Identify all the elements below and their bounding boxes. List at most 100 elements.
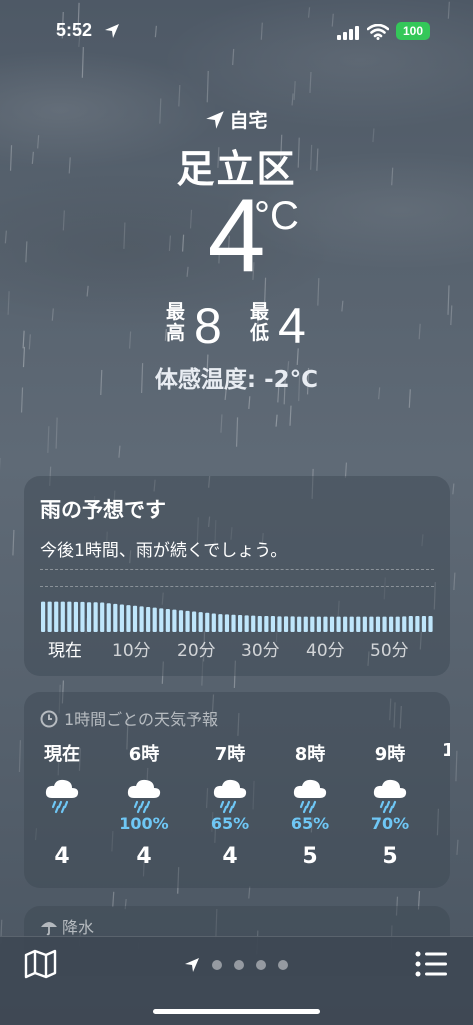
minute-precip-bar xyxy=(396,617,400,632)
minute-precip-bar xyxy=(199,612,203,632)
hour-item: 9時70%5 xyxy=(360,740,420,869)
location-arrow-icon xyxy=(104,23,120,39)
hour-time: 現在 xyxy=(32,740,92,766)
minute-precip-bar xyxy=(140,606,144,632)
feels-like: 体感温度: -2°C xyxy=(0,360,473,394)
minute-precip-bar xyxy=(356,617,360,632)
minute-precip-bar xyxy=(238,615,242,632)
minute-precip-bar xyxy=(297,617,301,632)
hour-temp: 5 xyxy=(360,844,420,869)
minute-precip-bar xyxy=(271,616,275,632)
hourly-header: 1時間ごとの天気予報 xyxy=(40,706,218,730)
hour-time: 8時 xyxy=(280,740,340,766)
minute-precip-bar xyxy=(330,617,334,632)
hour-time: 6時 xyxy=(114,740,174,766)
hour-item: 8時65%5 xyxy=(280,740,340,869)
minute-precip-bar xyxy=(225,614,229,632)
high-value: 8 xyxy=(194,298,222,354)
minute-precip-bar xyxy=(231,615,235,632)
minute-precip-bar xyxy=(153,608,157,632)
page-dot xyxy=(234,960,244,970)
temperature-unit: °C xyxy=(254,194,299,239)
minute-precip-bar xyxy=(212,613,216,632)
hourly-title: 1時間ごとの天気予報 xyxy=(64,710,218,729)
minute-label-20: 20分 xyxy=(177,636,216,661)
hour-item: 現在 4 xyxy=(32,740,92,869)
minute-precip-bar xyxy=(80,602,84,632)
precipitation-header: 降水 xyxy=(40,914,94,938)
minute-precip-bar xyxy=(402,616,406,632)
minute-precip-bar xyxy=(363,617,367,632)
home-label: 自宅 xyxy=(229,110,267,132)
minute-precip-bar xyxy=(258,616,262,632)
minute-label-10: 10分 xyxy=(112,636,151,661)
minute-precip-chart xyxy=(40,600,434,632)
minute-precip-bar xyxy=(310,617,314,632)
high-low: 最高 8 最低 4 xyxy=(0,296,473,356)
precipitation-title: 降水 xyxy=(62,918,94,937)
page-dot xyxy=(212,960,222,970)
hour-temp: 5 xyxy=(280,844,340,869)
hour-time: 7時 xyxy=(200,740,260,766)
minute-precip-bar xyxy=(172,610,176,632)
cellular-signal-icon xyxy=(337,26,361,40)
hour-next-peek: 1 xyxy=(442,740,450,870)
minute-precip-bar xyxy=(428,616,432,632)
low-value: 4 xyxy=(278,298,306,354)
minute-precip-bar xyxy=(61,602,65,632)
location-label: 自宅 xyxy=(0,106,473,133)
minute-precip-bar xyxy=(376,617,380,632)
hour-precip-chance: 100% xyxy=(114,814,174,834)
wifi-icon xyxy=(367,24,389,40)
minute-precip-bar xyxy=(409,616,413,632)
rain-forecast-subtitle: 今後1時間、雨が続くでしょう。 xyxy=(40,536,287,561)
minute-label-40: 40分 xyxy=(306,636,345,661)
minute-label-50: 50分 xyxy=(370,636,409,661)
minute-precip-bar xyxy=(218,614,222,632)
minute-precip-bar xyxy=(146,607,150,632)
minute-precip-bar xyxy=(100,603,104,632)
page-dot xyxy=(278,960,288,970)
battery-indicator: 100 xyxy=(396,22,430,40)
low-label: 最低 xyxy=(250,302,272,344)
minute-precip-bar xyxy=(422,616,426,632)
list-icon[interactable] xyxy=(415,949,449,979)
hour-time: 9時 xyxy=(360,740,420,766)
minute-precip-bar xyxy=(185,611,189,632)
hour-temp: 4 xyxy=(200,844,260,869)
minute-precip-bar xyxy=(192,612,196,632)
minute-precip-bar xyxy=(251,616,255,632)
minute-precip-bar xyxy=(74,602,78,632)
minute-precip-bar xyxy=(389,617,393,632)
minute-precip-bar xyxy=(87,602,91,632)
minute-precip-bar xyxy=(277,616,281,632)
minute-label-now: 現在 xyxy=(48,636,82,661)
minute-precip-bar xyxy=(41,602,45,632)
hourly-forecast-card[interactable]: 1時間ごとの天気予報 現在46時100%47時65%48時65%59時70%5 … xyxy=(24,692,450,888)
status-time: 5:52 xyxy=(56,20,92,41)
location-arrow-icon xyxy=(205,110,225,130)
minute-precip-bar xyxy=(126,605,130,632)
hour-precip-chance: 65% xyxy=(200,814,260,834)
home-indicator xyxy=(153,1009,320,1014)
minute-precip-bar xyxy=(350,617,354,632)
map-icon[interactable] xyxy=(24,949,58,979)
minute-precip-bar xyxy=(317,617,321,632)
hour-temp: 4 xyxy=(32,844,92,869)
minute-precip-bar xyxy=(382,617,386,632)
grid-line xyxy=(40,569,434,570)
minute-precip-bar xyxy=(48,602,52,632)
location-arrow-icon xyxy=(184,957,200,973)
minute-precip-bar xyxy=(67,602,71,632)
grid-line xyxy=(40,586,434,587)
minute-precip-bar xyxy=(323,617,327,632)
minute-precip-bar xyxy=(337,617,341,632)
high-label: 最高 xyxy=(166,302,188,344)
minute-precip-bar xyxy=(205,613,209,632)
minute-precip-bar xyxy=(291,616,295,632)
umbrella-icon xyxy=(40,918,58,936)
minute-label-30: 30分 xyxy=(241,636,280,661)
rain-forecast-card[interactable]: 雨の予想です 今後1時間、雨が続くでしょう。 現在 10分 20分 30分 40… xyxy=(24,476,450,676)
hour-temp: 4 xyxy=(114,844,174,869)
minute-precip-bar xyxy=(245,615,249,632)
